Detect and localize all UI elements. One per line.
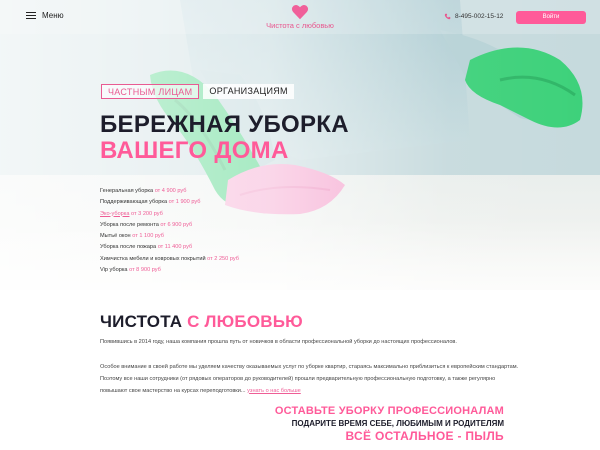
service-item[interactable]: Поддерживающая уборка от 1 900 руб <box>100 197 239 208</box>
service-item[interactable]: Уборка после пожара от 11 400 руб <box>100 242 239 253</box>
service-item[interactable]: Vip уборка от 8 900 руб <box>100 265 239 276</box>
login-button[interactable]: Войти <box>516 11 586 24</box>
menu-button[interactable]: Меню <box>26 11 64 20</box>
tab-private-persons[interactable]: ЧАСТНЫМ ЛИЦАМ <box>101 84 200 99</box>
top-header: Меню Чистота с любовью 8-495-002-15-12 В… <box>0 0 600 34</box>
logo-text: Чистота с любовью <box>266 21 334 30</box>
about-title: ЧИСТОТА С ЛЮБОВЬЮ <box>100 312 303 331</box>
hero-title: БЕРЕЖНАЯ УБОРКА ВАШЕГО ДОМА <box>100 112 349 164</box>
heart-icon <box>291 4 309 20</box>
about-paragraph-1: Появившись в 2014 году, наша компания пр… <box>100 339 457 345</box>
slogan-block: ОСТАВЬТЕ УБОРКУ ПРОФЕССИОНАЛАМ ПОДАРИТЕ … <box>275 404 504 444</box>
service-item[interactable]: Уборка после ремонта от 6 900 руб <box>100 220 239 231</box>
logo[interactable]: Чистота с любовью <box>250 4 350 30</box>
service-item[interactable]: Эко-уборка от 3 200 руб <box>100 209 239 220</box>
slogan-line-3: ВСЁ ОСТАЛЬНОЕ - ПЫЛЬ <box>345 429 504 443</box>
phone-number[interactable]: 8-495-002-15-12 <box>444 13 503 20</box>
phone-text: 8-495-002-15-12 <box>455 13 504 20</box>
slogan-line-2: ПОДАРИТЕ ВРЕМЯ СЕБЕ, ЛЮБИМЫМ И РОДИТЕЛЯМ <box>291 419 504 428</box>
hero-section: Меню Чистота с любовью 8-495-002-15-12 В… <box>0 0 600 290</box>
menu-label: Меню <box>42 11 64 20</box>
phone-icon <box>444 13 451 20</box>
more-about-link[interactable]: узнать о нас больше <box>247 388 301 394</box>
slogan-line-1: ОСТАВЬТЕ УБОРКУ ПРОФЕССИОНАЛАМ <box>274 405 504 417</box>
hero-title-line2: ВАШЕГО ДОМА <box>100 137 289 164</box>
audience-tabs: ЧАСТНЫМ ЛИЦАМ ОРГАНИЗАЦИЯМ <box>101 84 294 99</box>
tab-organizations[interactable]: ОРГАНИЗАЦИЯМ <box>203 84 294 99</box>
service-item[interactable]: Генеральная уборка от 4 900 руб <box>100 186 239 197</box>
service-item[interactable]: Мытьё окон от 1 100 руб <box>100 231 239 242</box>
service-item[interactable]: Химчистка мебели и ковровых покрытий от … <box>100 254 239 265</box>
hero-title-line1: БЕРЕЖНАЯ УБОРКА <box>100 111 349 138</box>
hamburger-icon <box>26 11 36 20</box>
about-paragraph-2: Особое внимание в своей работе мы уделяе… <box>100 364 519 394</box>
services-list: Генеральная уборка от 4 900 руб Поддержи… <box>100 186 239 276</box>
